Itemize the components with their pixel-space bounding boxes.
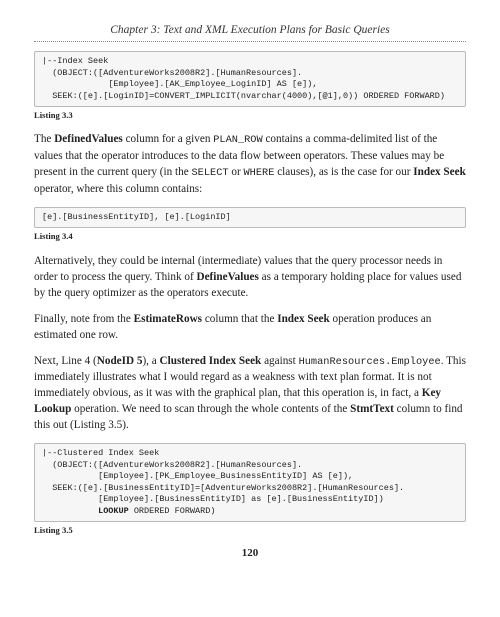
humanresources-employee-term: HumanResources.Employee [299, 356, 441, 368]
text: Finally, note from the [34, 313, 134, 325]
chapter-title: Chapter 3: Text and XML Execution Plans … [34, 22, 466, 38]
code-listing-3-5: |--Clustered Index Seek (OBJECT:([Advent… [34, 443, 466, 522]
divider [34, 41, 466, 42]
text: ), a [142, 355, 159, 367]
text: operator, where this column contains: [34, 183, 202, 195]
text: The [34, 133, 54, 145]
paragraph-3: Finally, note from the EstimateRows colu… [34, 311, 466, 343]
estimate-rows-term: EstimateRows [134, 313, 202, 325]
select-term: SELECT [192, 167, 229, 179]
clustered-index-seek-term: Clustered Index Seek [160, 355, 262, 367]
paragraph-4: Next, Line 4 (NodeID 5), a Clustered Ind… [34, 353, 466, 434]
paragraph-2: Alternatively, they could be internal (i… [34, 253, 466, 301]
where-term: WHERE [244, 167, 275, 179]
define-values-term: DefineValues [197, 271, 259, 283]
text: against [261, 355, 298, 367]
page-number: 120 [34, 546, 466, 562]
plan-row-term: PLAN_ROW [213, 134, 262, 146]
listing-label-3-4: Listing 3.4 [34, 230, 466, 242]
stmt-text-term: StmtText [350, 403, 394, 415]
paragraph-1: The DefinedValues column for a given PLA… [34, 131, 466, 196]
code-listing-3-4: [e].[BusinessEntityID], [e].[LoginID] [34, 207, 466, 228]
lookup-keyword: LOOKUP [98, 506, 129, 516]
listing-label-3-5: Listing 3.5 [34, 524, 466, 536]
index-seek-term-2: Index Seek [277, 313, 330, 325]
node-id-term: NodeID 5 [97, 355, 143, 367]
text: column that the [202, 313, 277, 325]
text: clauses), as is the case for our [274, 166, 413, 178]
code-text: |--Clustered Index Seek (OBJECT:([Advent… [42, 448, 404, 515]
text: operation. We need to scan through the w… [71, 403, 350, 415]
defined-values-term: DefinedValues [54, 133, 123, 145]
index-seek-term: Index Seek [413, 166, 466, 178]
listing-label-3-3: Listing 3.3 [34, 109, 466, 121]
text: Next, Line 4 ( [34, 355, 97, 367]
text: or [229, 166, 244, 178]
code-text: ORDERED FORWARD) [129, 506, 216, 516]
text: column for a given [123, 133, 213, 145]
code-listing-3-3: |--Index Seek (OBJECT:([AdventureWorks20… [34, 51, 466, 107]
